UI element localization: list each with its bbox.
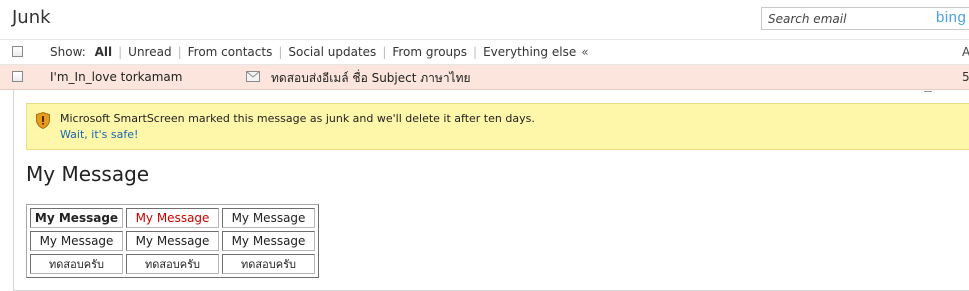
- table-cell: My Message: [222, 208, 315, 228]
- filter-everything-else[interactable]: Everything else: [483, 45, 576, 59]
- filter-separator: |: [382, 45, 387, 59]
- message-heading: My Message: [26, 162, 150, 186]
- table-cell: My Message: [126, 208, 219, 228]
- pane-corner-mark: [924, 87, 932, 92]
- table-row: My Message My Message My Message: [30, 208, 315, 228]
- table-cell: ทดสอบครับ: [30, 254, 123, 274]
- collapse-filters-icon[interactable]: «: [581, 45, 588, 59]
- arrange-column-header[interactable]: A: [962, 45, 969, 59]
- table-cell: ทดสอบครับ: [222, 254, 315, 274]
- search-box[interactable]: bing: [761, 7, 969, 30]
- filter-from-groups[interactable]: From groups: [392, 45, 467, 59]
- filter-social-updates[interactable]: Social updates: [288, 45, 376, 59]
- folder-header: Junk bing: [0, 0, 969, 39]
- message-sender[interactable]: I'm_In_love torkamam: [50, 70, 182, 84]
- filter-separator: |: [278, 45, 283, 59]
- filter-unread[interactable]: Unread: [128, 45, 171, 59]
- shield-warning-icon: [36, 112, 50, 129]
- envelope-icon: [246, 71, 260, 82]
- message-date: 5: [962, 70, 969, 84]
- bing-logo[interactable]: bing: [936, 9, 966, 26]
- filter-bar: Show: All | Unread | From contacts | Social up…: [0, 39, 969, 65]
- filter-separator: |: [473, 45, 478, 59]
- table-cell: My Message: [222, 231, 315, 251]
- filter-separator: |: [177, 45, 182, 59]
- filter-links: Show: All | Unread | From contacts | Social up…: [50, 45, 589, 59]
- table-cell: My Message: [30, 208, 123, 228]
- table-cell: My Message: [30, 231, 123, 251]
- message-table: My Message My Message My Message My Mess…: [26, 204, 319, 278]
- table-cell: My Message: [126, 231, 219, 251]
- mark-safe-link[interactable]: Wait, it's safe!: [60, 128, 138, 141]
- message-row[interactable]: I'm_In_love torkamam ทดสอบส่งอีเมล์ ชื่อ…: [0, 65, 969, 90]
- select-all-checkbox[interactable]: [12, 46, 23, 57]
- show-label: Show:: [50, 45, 86, 59]
- message-subject[interactable]: ทดสอบส่งอีเมล์ ชื่อ Subject ภาษาไทย: [271, 69, 471, 88]
- junk-warning-text: Microsoft SmartScreen marked this messag…: [60, 112, 535, 125]
- folder-title: Junk: [12, 7, 51, 28]
- search-input[interactable]: [768, 10, 928, 27]
- message-checkbox[interactable]: [12, 71, 23, 82]
- table-row: ทดสอบครับ ทดสอบครับ ทดสอบครับ: [30, 254, 315, 274]
- junk-warning-bar: Microsoft SmartScreen marked this messag…: [26, 103, 969, 150]
- reading-pane: Microsoft SmartScreen marked this messag…: [13, 90, 969, 291]
- filter-separator: |: [118, 45, 123, 59]
- table-cell: ทดสอบครับ: [126, 254, 219, 274]
- filter-all[interactable]: All: [95, 45, 113, 59]
- table-row: My Message My Message My Message: [30, 231, 315, 251]
- filter-from-contacts[interactable]: From contacts: [188, 45, 273, 59]
